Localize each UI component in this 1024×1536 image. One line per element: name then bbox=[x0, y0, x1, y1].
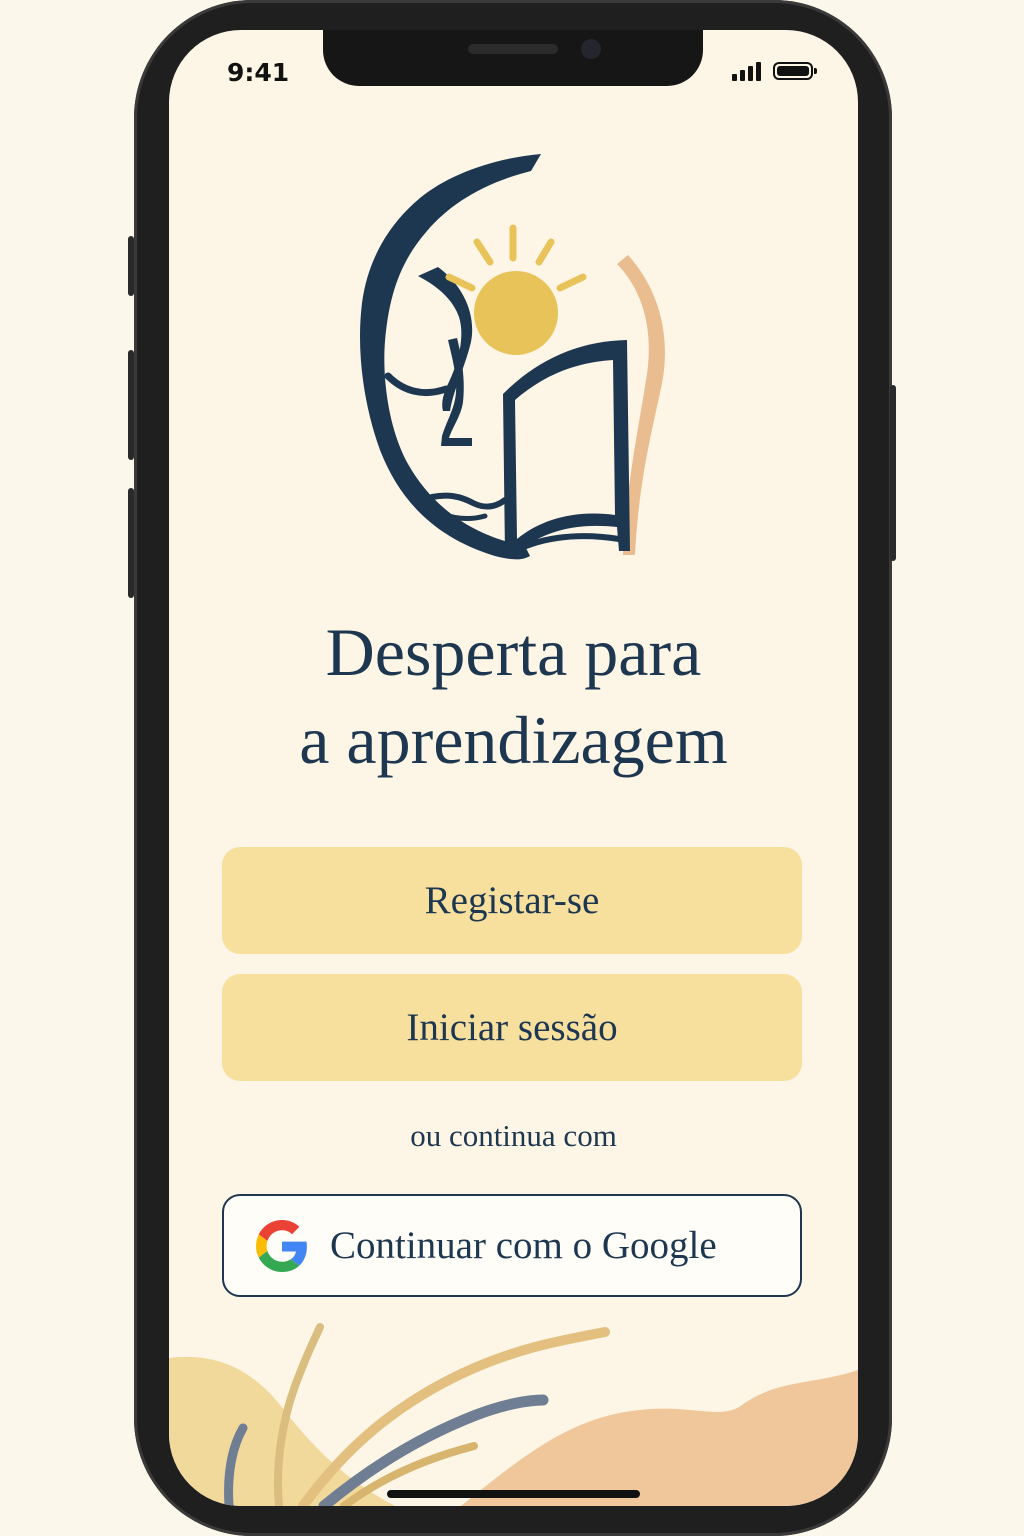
home-indicator[interactable] bbox=[387, 1490, 640, 1498]
login-button[interactable]: Iniciar sessão bbox=[222, 974, 802, 1081]
front-camera bbox=[581, 39, 601, 59]
page-title: Desperta para a aprendizagem bbox=[169, 608, 858, 784]
cellular-signal-icon bbox=[732, 61, 761, 81]
volume-down-button bbox=[128, 488, 134, 598]
divider-text: ou continua com bbox=[410, 1118, 617, 1153]
login-button-label: Iniciar sessão bbox=[406, 1006, 618, 1049]
register-button-label: Registar-se bbox=[424, 879, 600, 922]
google-button-label: Continuar com o Google bbox=[330, 1224, 717, 1267]
power-button bbox=[890, 385, 896, 561]
decorative-landscape bbox=[169, 1323, 858, 1506]
google-signin-button[interactable]: Continuar com o Google bbox=[222, 1194, 802, 1297]
notch bbox=[323, 30, 703, 86]
volume-up-button bbox=[128, 350, 134, 460]
register-button[interactable]: Registar-se bbox=[222, 847, 802, 954]
title-line-1: Desperta para bbox=[325, 614, 702, 690]
title-line-2: a aprendizagem bbox=[299, 702, 728, 778]
status-time: 9:41 bbox=[227, 58, 290, 87]
battery-icon bbox=[773, 62, 817, 80]
screen: 9:41 Desperta para a aprendizagem Regist… bbox=[169, 30, 858, 1506]
speaker-grille bbox=[468, 44, 558, 54]
status-icons bbox=[732, 61, 817, 81]
face-book-sun-logo bbox=[360, 154, 665, 560]
silent-switch bbox=[128, 236, 134, 296]
google-g-icon bbox=[256, 1219, 307, 1272]
